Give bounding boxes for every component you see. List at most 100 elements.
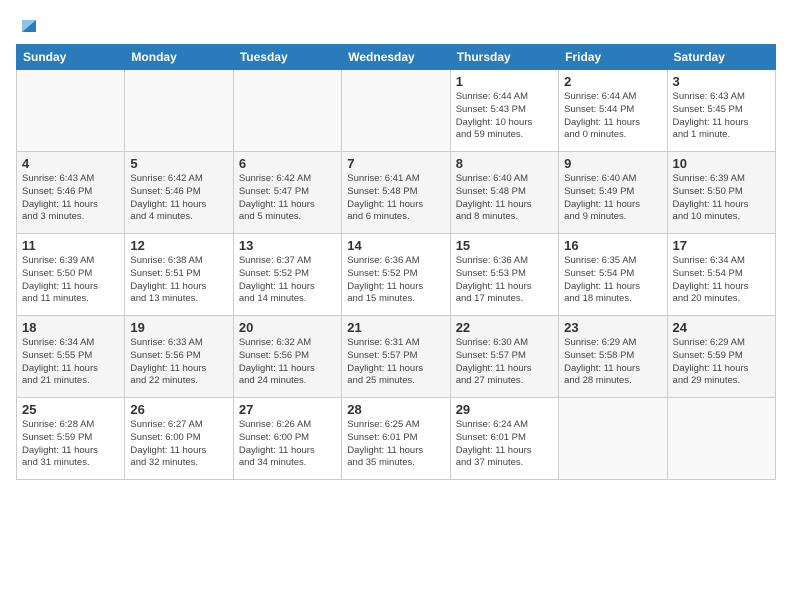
day-number: 10 [673, 156, 770, 171]
day-info: Sunrise: 6:36 AM Sunset: 5:52 PM Dayligh… [347, 255, 444, 306]
weekday-monday: Monday [125, 45, 233, 70]
calendar-week-row: 18 Sunrise: 6:34 AM Sunset: 5:55 PM Dayli… [17, 316, 776, 398]
weekday-tuesday: Tuesday [233, 45, 341, 70]
table-row: 26Sunrise: 6:27 AM Sunset: 6:00 PM Dayli… [125, 398, 233, 480]
day-info: Sunrise: 6:25 AM Sunset: 6:01 PM Dayligh… [347, 419, 444, 470]
header [16, 12, 776, 36]
day-info: Sunrise: 6:40 AM Sunset: 5:49 PM Dayligh… [564, 173, 661, 224]
logo-icon [18, 14, 40, 36]
day-info: Sunrise: 6:28 AM Sunset: 5:59 PM Dayligh… [22, 419, 119, 470]
day-number: 13 [239, 238, 336, 253]
day-number: 22 [456, 320, 553, 335]
day-number: 19 [130, 320, 227, 335]
day-number: 9 [564, 156, 661, 171]
table-row: 21Sunrise: 6:31 AM Sunset: 5:57 PM Dayli… [342, 316, 450, 398]
day-info: Sunrise: 6:34 AM Sunset: 5:54 PM Dayligh… [673, 255, 770, 306]
day-info: Sunrise: 6:43 AM Sunset: 5:46 PM Dayligh… [22, 173, 119, 224]
day-info: Sunrise: 6:39 AM Sunset: 5:50 PM Dayligh… [673, 173, 770, 224]
table-row: 17 Sunrise: 6:34 AM Sunset: 5:54 PM Dayli… [667, 234, 775, 316]
day-number: 5 [130, 156, 227, 171]
table-row: 15 Sunrise: 6:36 AM Sunset: 5:53 PM Dayli… [450, 234, 558, 316]
day-info: Sunrise: 6:38 AM Sunset: 5:51 PM Dayligh… [130, 255, 227, 306]
weekday-wednesday: Wednesday [342, 45, 450, 70]
table-row: 11 Sunrise: 6:39 AM Sunset: 5:50 PM Dayli… [17, 234, 125, 316]
table-row: 22 Sunrise: 6:30 AM Sunset: 5:57 PM Dayli… [450, 316, 558, 398]
day-number: 6 [239, 156, 336, 171]
day-number: 29 [456, 402, 553, 417]
table-row: 24 Sunrise: 6:29 AM Sunset: 5:59 PM Dayli… [667, 316, 775, 398]
table-row [342, 70, 450, 152]
day-info: Sunrise: 6:34 AM Sunset: 5:55 PM Dayligh… [22, 337, 119, 388]
calendar-week-row: 11 Sunrise: 6:39 AM Sunset: 5:50 PM Dayli… [17, 234, 776, 316]
table-row [233, 70, 341, 152]
table-row: 10 Sunrise: 6:39 AM Sunset: 5:50 PM Dayli… [667, 152, 775, 234]
day-number: 21 [347, 320, 444, 335]
day-info: Sunrise: 6:29 AM Sunset: 5:58 PM Dayligh… [564, 337, 661, 388]
page: SundayMondayTuesdayWednesdayThursdayFrid… [0, 0, 792, 612]
weekday-thursday: Thursday [450, 45, 558, 70]
table-row: 18 Sunrise: 6:34 AM Sunset: 5:55 PM Dayli… [17, 316, 125, 398]
table-row: 19 Sunrise: 6:33 AM Sunset: 5:56 PM Dayli… [125, 316, 233, 398]
day-number: 7 [347, 156, 444, 171]
day-number: 24 [673, 320, 770, 335]
table-row: 29 Sunrise: 6:24 AM Sunset: 6:01 PM Dayli… [450, 398, 558, 480]
calendar-week-row: 1 Sunrise: 6:44 AM Sunset: 5:43 PM Daylig… [17, 70, 776, 152]
weekday-friday: Friday [559, 45, 667, 70]
table-row: 8 Sunrise: 6:40 AM Sunset: 5:48 PM Daylig… [450, 152, 558, 234]
table-row: 13 Sunrise: 6:37 AM Sunset: 5:52 PM Dayli… [233, 234, 341, 316]
table-row: 4 Sunrise: 6:43 AM Sunset: 5:46 PM Daylig… [17, 152, 125, 234]
weekday-sunday: Sunday [17, 45, 125, 70]
day-number: 14 [347, 238, 444, 253]
calendar-table: SundayMondayTuesdayWednesdayThursdayFrid… [16, 44, 776, 480]
day-info: Sunrise: 6:44 AM Sunset: 5:43 PM Dayligh… [456, 91, 553, 142]
table-row [667, 398, 775, 480]
table-row: 28Sunrise: 6:25 AM Sunset: 6:01 PM Dayli… [342, 398, 450, 480]
day-number: 1 [456, 74, 553, 89]
table-row [125, 70, 233, 152]
day-info: Sunrise: 6:29 AM Sunset: 5:59 PM Dayligh… [673, 337, 770, 388]
table-row: 12Sunrise: 6:38 AM Sunset: 5:51 PM Dayli… [125, 234, 233, 316]
day-info: Sunrise: 6:30 AM Sunset: 5:57 PM Dayligh… [456, 337, 553, 388]
day-info: Sunrise: 6:24 AM Sunset: 6:01 PM Dayligh… [456, 419, 553, 470]
table-row: 7 Sunrise: 6:41 AM Sunset: 5:48 PM Daylig… [342, 152, 450, 234]
weekday-header-row: SundayMondayTuesdayWednesdayThursdayFrid… [17, 45, 776, 70]
table-row: 23 Sunrise: 6:29 AM Sunset: 5:58 PM Dayli… [559, 316, 667, 398]
calendar-week-row: 25 Sunrise: 6:28 AM Sunset: 5:59 PM Dayli… [17, 398, 776, 480]
day-info: Sunrise: 6:40 AM Sunset: 5:48 PM Dayligh… [456, 173, 553, 224]
day-number: 20 [239, 320, 336, 335]
day-info: Sunrise: 6:35 AM Sunset: 5:54 PM Dayligh… [564, 255, 661, 306]
table-row [17, 70, 125, 152]
day-number: 2 [564, 74, 661, 89]
day-number: 27 [239, 402, 336, 417]
table-row: 14 Sunrise: 6:36 AM Sunset: 5:52 PM Dayli… [342, 234, 450, 316]
day-info: Sunrise: 6:36 AM Sunset: 5:53 PM Dayligh… [456, 255, 553, 306]
table-row: 25 Sunrise: 6:28 AM Sunset: 5:59 PM Dayli… [17, 398, 125, 480]
table-row: 16 Sunrise: 6:35 AM Sunset: 5:54 PM Dayli… [559, 234, 667, 316]
logo [16, 16, 40, 36]
day-info: Sunrise: 6:42 AM Sunset: 5:46 PM Dayligh… [130, 173, 227, 224]
day-number: 16 [564, 238, 661, 253]
day-info: Sunrise: 6:43 AM Sunset: 5:45 PM Dayligh… [673, 91, 770, 142]
table-row: 3Sunrise: 6:43 AM Sunset: 5:45 PM Daylig… [667, 70, 775, 152]
day-number: 4 [22, 156, 119, 171]
day-info: Sunrise: 6:41 AM Sunset: 5:48 PM Dayligh… [347, 173, 444, 224]
day-info: Sunrise: 6:32 AM Sunset: 5:56 PM Dayligh… [239, 337, 336, 388]
table-row: 20 Sunrise: 6:32 AM Sunset: 5:56 PM Dayli… [233, 316, 341, 398]
day-info: Sunrise: 6:37 AM Sunset: 5:52 PM Dayligh… [239, 255, 336, 306]
day-number: 18 [22, 320, 119, 335]
day-number: 17 [673, 238, 770, 253]
day-info: Sunrise: 6:44 AM Sunset: 5:44 PM Dayligh… [564, 91, 661, 142]
day-number: 8 [456, 156, 553, 171]
day-number: 11 [22, 238, 119, 253]
weekday-saturday: Saturday [667, 45, 775, 70]
day-info: Sunrise: 6:33 AM Sunset: 5:56 PM Dayligh… [130, 337, 227, 388]
table-row: 1 Sunrise: 6:44 AM Sunset: 5:43 PM Daylig… [450, 70, 558, 152]
day-number: 15 [456, 238, 553, 253]
day-info: Sunrise: 6:26 AM Sunset: 6:00 PM Dayligh… [239, 419, 336, 470]
calendar-week-row: 4 Sunrise: 6:43 AM Sunset: 5:46 PM Daylig… [17, 152, 776, 234]
day-info: Sunrise: 6:39 AM Sunset: 5:50 PM Dayligh… [22, 255, 119, 306]
table-row: 5 Sunrise: 6:42 AM Sunset: 5:46 PM Daylig… [125, 152, 233, 234]
day-number: 25 [22, 402, 119, 417]
table-row: 2 Sunrise: 6:44 AM Sunset: 5:44 PM Daylig… [559, 70, 667, 152]
day-number: 23 [564, 320, 661, 335]
